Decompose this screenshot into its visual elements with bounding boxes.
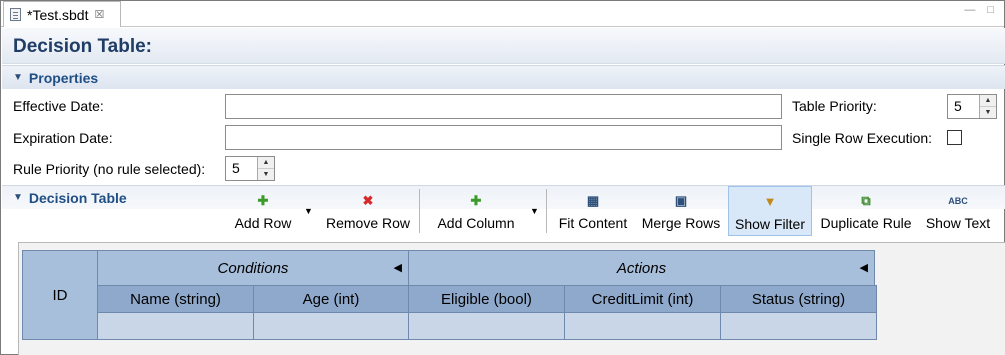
show-text-label: Show Text (925, 215, 991, 231)
add-row-button[interactable]: ✚ Add Row (227, 186, 299, 236)
collapse-triangle-icon[interactable]: ▼ (13, 72, 23, 83)
filter-icon: ▼ (763, 194, 777, 209)
expiration-date-label: Expiration Date: (13, 130, 113, 146)
page-header: Decision Table: (2, 28, 1005, 64)
conditions-label: Conditions (217, 259, 289, 277)
spinner-buttons: ▲ ▼ (257, 157, 274, 180)
green-plus-icon: ✚ (257, 193, 269, 208)
add-column-dropdown-icon[interactable]: ▼ (530, 206, 539, 216)
duplicate-icon: ⧉ (861, 193, 871, 208)
spin-up-icon[interactable]: ▲ (258, 157, 274, 169)
remove-row-button[interactable]: ✖ Remove Row (321, 186, 415, 236)
effective-date-label: Effective Date: (13, 98, 104, 114)
column-header-eligible[interactable]: Eligible (bool) (408, 285, 565, 313)
table-cell[interactable] (408, 312, 565, 340)
spin-up-icon[interactable]: ▲ (980, 95, 996, 107)
tab-title: *Test.sbdt (27, 6, 89, 23)
red-x-icon: ✖ (362, 193, 374, 208)
table-cell[interactable] (253, 312, 409, 340)
tab-close-icon[interactable]: ☒ (94, 8, 104, 21)
minimize-icon[interactable]: — (964, 4, 975, 16)
maximize-icon[interactable]: □ (987, 4, 994, 16)
fit-content-icon: ▦ (586, 193, 600, 208)
rule-priority-value[interactable]: 5 (226, 157, 257, 180)
add-row-dropdown-icon[interactable]: ▼ (304, 206, 313, 216)
table-cell[interactable] (720, 312, 877, 340)
show-text-button[interactable]: ABC Show Text (921, 186, 995, 236)
merge-rows-button[interactable]: ▣ Merge Rows (637, 186, 725, 236)
decision-table-toolbar: ✚ Add Row ▼ ✖ Remove Row ✚ Add Column ▼ … (1, 186, 1004, 236)
toolbar-separator (419, 189, 420, 233)
show-filter-label: Show Filter (734, 216, 806, 232)
actions-label: Actions (616, 259, 667, 277)
spinner-buttons: ▲ ▼ (979, 95, 996, 118)
window-controls: — □ (964, 4, 994, 16)
duplicate-rule-label: Duplicate Rule (820, 215, 912, 231)
column-header-status[interactable]: Status (string) (720, 285, 877, 313)
table-priority-label: Table Priority: (792, 98, 877, 114)
green-plus-icon: ✚ (470, 193, 482, 208)
properties-section-header[interactable]: ▼ Properties (2, 65, 1005, 89)
remove-row-label: Remove Row (325, 215, 411, 231)
merge-rows-label: Merge Rows (641, 215, 721, 231)
column-header-age[interactable]: Age (int) (253, 285, 409, 313)
conditions-group-header[interactable]: Conditions ◀ (97, 250, 409, 286)
single-row-execution-checkbox[interactable] (947, 130, 962, 145)
table-cell[interactable] (564, 312, 721, 340)
rule-priority-spinner[interactable]: 5 ▲ ▼ (225, 156, 275, 181)
duplicate-rule-button[interactable]: ⧉ Duplicate Rule (815, 186, 917, 236)
spin-down-icon[interactable]: ▼ (258, 169, 274, 180)
expiration-date-field[interactable] (225, 125, 782, 150)
column-header-name[interactable]: Name (string) (97, 285, 254, 313)
fit-content-button[interactable]: ▦ Fit Content (554, 186, 632, 236)
fit-content-label: Fit Content (558, 215, 628, 231)
single-row-execution-label: Single Row Execution: (792, 130, 933, 146)
add-column-label: Add Column (437, 215, 515, 231)
collapse-left-icon[interactable]: ◀ (860, 261, 868, 274)
spin-down-icon[interactable]: ▼ (980, 107, 996, 118)
table-priority-spinner[interactable]: 5 ▲ ▼ (947, 94, 997, 119)
file-icon (10, 8, 21, 21)
editor-tab-strip: *Test.sbdt ☒ — □ (1, 1, 1004, 27)
id-column-header[interactable]: ID (22, 250, 98, 340)
table-priority-value[interactable]: 5 (948, 95, 979, 118)
effective-date-field[interactable] (225, 94, 782, 119)
decision-table-grid: ID Conditions ◀ Actions ◀ Name (string) … (18, 242, 1005, 355)
table-cell[interactable] (97, 312, 254, 340)
abc-text-icon: ABC (948, 196, 968, 206)
add-row-label: Add Row (234, 215, 292, 231)
editor-tab[interactable]: *Test.sbdt ☒ (3, 1, 121, 27)
actions-group-header[interactable]: Actions ◀ (408, 250, 875, 286)
show-filter-button[interactable]: ▼ Show Filter (728, 186, 812, 236)
properties-section-title: Properties (28, 69, 99, 86)
merge-rows-icon: ▣ (674, 193, 688, 208)
page-title: Decision Table: (13, 36, 153, 57)
column-header-creditlimit[interactable]: CreditLimit (int) (564, 285, 721, 313)
toolbar-separator (546, 189, 547, 233)
collapse-left-icon[interactable]: ◀ (394, 261, 402, 274)
editor-window: *Test.sbdt ☒ — □ Decision Table: ▼ Prope… (0, 0, 1005, 355)
rule-priority-label: Rule Priority (no rule selected): (13, 161, 206, 177)
add-column-button[interactable]: ✚ Add Column (430, 186, 522, 236)
